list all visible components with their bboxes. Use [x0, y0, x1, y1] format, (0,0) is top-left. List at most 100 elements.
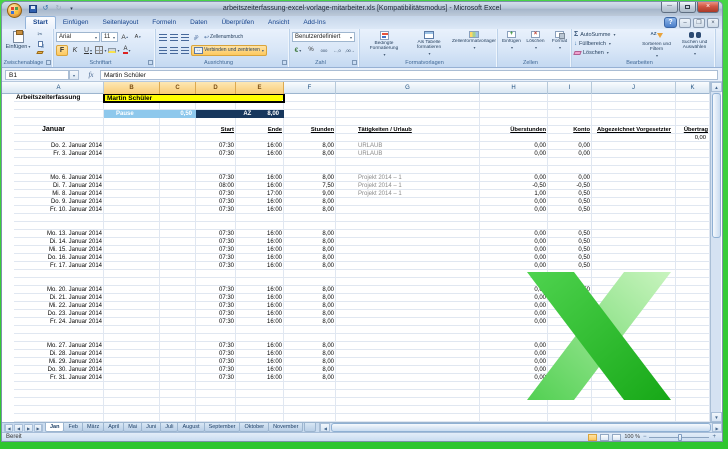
- cell-hours-row18[interactable]: 8,00: [284, 230, 336, 238]
- borders-button[interactable]: [95, 45, 107, 56]
- font-name-combo[interactable]: Arial: [56, 32, 100, 42]
- number-dialog-launcher-icon[interactable]: [352, 60, 357, 65]
- table-header-7[interactable]: Abgezeichnet Vorgesetzter: [592, 126, 676, 134]
- cell-hours-row19[interactable]: 8,00: [284, 238, 336, 246]
- sheet-tab-april[interactable]: April: [103, 423, 125, 432]
- number-format-combo[interactable]: Benutzerdefiniert: [292, 32, 355, 42]
- cell-date-row12[interactable]: Di. 7. Januar 2014: [14, 182, 104, 190]
- cell-hours-row22[interactable]: 8,00: [284, 262, 336, 270]
- sheet-tab-oktober[interactable]: Oktober: [239, 423, 270, 432]
- merge-center-button[interactable]: Verbinden und zentrieren: [191, 44, 267, 56]
- qat-customize-button[interactable]: [66, 4, 77, 14]
- table-header-2[interactable]: Ende: [236, 126, 284, 134]
- format-painter-button[interactable]: [34, 49, 46, 57]
- cell-hours-row13[interactable]: 9,00: [284, 190, 336, 198]
- column-header-J[interactable]: J: [592, 82, 676, 94]
- percent-style-button[interactable]: %: [305, 45, 317, 56]
- align-top-button[interactable]: [158, 32, 168, 43]
- cell-hours-row8[interactable]: 8,00: [284, 150, 336, 158]
- cell-end-row18[interactable]: 16:00: [236, 230, 284, 238]
- pause-cell[interactable]: Pause 0,50: [104, 110, 196, 118]
- fill-color-button[interactable]: [108, 45, 120, 56]
- grow-font-icon[interactable]: [119, 32, 131, 43]
- scroll-left-icon[interactable]: ◀: [320, 423, 331, 432]
- formula-input[interactable]: Martin Schüler: [100, 70, 718, 80]
- font-color-button[interactable]: [121, 45, 133, 56]
- clipboard-dialog-launcher-icon[interactable]: [46, 60, 51, 65]
- autosum-button[interactable]: AutoSumme: [574, 30, 615, 39]
- format-as-table-button[interactable]: Als Tabelle formatieren: [407, 30, 451, 59]
- cell-start-row28[interactable]: 07:30: [196, 310, 236, 318]
- cell-overtime-row7[interactable]: 0,00: [480, 142, 548, 150]
- first-sheet-icon[interactable]: ◀: [4, 424, 13, 432]
- cell-account-row13[interactable]: 0,50: [548, 190, 592, 198]
- clear-button[interactable]: Löschen: [573, 48, 609, 57]
- cell-end-row32[interactable]: 16:00: [236, 342, 284, 350]
- cell-account-row15[interactable]: 0,50: [548, 206, 592, 214]
- cell-date-row34[interactable]: Mi. 29. Januar 2014: [14, 358, 104, 366]
- column-header-A[interactable]: A: [14, 82, 104, 94]
- zoom-out-icon[interactable]: [643, 433, 647, 441]
- sheet-tab-september[interactable]: September: [203, 423, 241, 432]
- cell-end-row12[interactable]: 16:00: [236, 182, 284, 190]
- cell-date-row25[interactable]: Mo. 20. Januar 2014: [14, 286, 104, 294]
- cell-end-row8[interactable]: 16:00: [236, 150, 284, 158]
- sheet-tab-august[interactable]: August: [177, 423, 205, 432]
- office-button[interactable]: [7, 3, 22, 18]
- cell-date-row8[interactable]: Fr. 3. Januar 2014: [14, 150, 104, 158]
- cell-date-row28[interactable]: Do. 23. Januar 2014: [14, 310, 104, 318]
- scroll-right-icon[interactable]: ▶: [712, 423, 722, 432]
- normal-view-button[interactable]: [588, 434, 598, 441]
- font-dialog-launcher-icon[interactable]: [148, 60, 153, 65]
- sheet-tab-mai[interactable]: Mai: [123, 423, 143, 432]
- cell-overtime-row18[interactable]: 0,00: [480, 230, 548, 238]
- underline-button[interactable]: U: [82, 45, 94, 56]
- cell-hours-row36[interactable]: 8,00: [284, 374, 336, 382]
- cell-date-row14[interactable]: Do. 9. Januar 2014: [14, 198, 104, 206]
- cell-start-row14[interactable]: 07:30: [196, 198, 236, 206]
- cell-date-row18[interactable]: Mo. 13. Januar 2014: [14, 230, 104, 238]
- minimize-button[interactable]: [661, 2, 678, 13]
- maximize-button[interactable]: [679, 2, 696, 13]
- cell-start-row21[interactable]: 07:30: [196, 254, 236, 262]
- cell-start-row15[interactable]: 07:30: [196, 206, 236, 214]
- cell-end-row29[interactable]: 16:00: [236, 318, 284, 326]
- cell-hours-row27[interactable]: 8,00: [284, 302, 336, 310]
- cell-overtime-row21[interactable]: 0,00: [480, 254, 548, 262]
- workbook-close-button[interactable]: ×: [707, 17, 719, 28]
- cell-overtime-row8[interactable]: 0,00: [480, 150, 548, 158]
- cell-hours-row15[interactable]: 8,00: [284, 206, 336, 214]
- cell-date-row32[interactable]: Mo. 27. Januar 2014: [14, 342, 104, 350]
- cell-hours-row11[interactable]: 8,00: [284, 174, 336, 182]
- cell-end-row36[interactable]: 16:00: [236, 374, 284, 382]
- cell-date-row35[interactable]: Do. 30. Januar 2014: [14, 366, 104, 374]
- cell-overtime-row19[interactable]: 0,00: [480, 238, 548, 246]
- cell-date-row29[interactable]: Fr. 24. Januar 2014: [14, 318, 104, 326]
- cut-icon[interactable]: [34, 31, 46, 39]
- cell-hours-row32[interactable]: 8,00: [284, 342, 336, 350]
- cell-hours-row28[interactable]: 8,00: [284, 310, 336, 318]
- spreadsheet-grid[interactable]: Arbeitszeiterfassung Martin Schüler Paus…: [2, 94, 710, 422]
- zoom-in-icon[interactable]: [712, 433, 716, 441]
- redo-button[interactable]: [53, 4, 64, 14]
- next-sheet-icon[interactable]: ▶: [24, 424, 33, 432]
- undo-button[interactable]: [40, 4, 51, 14]
- name-box-dropdown-icon[interactable]: [69, 70, 79, 80]
- cell-account-row12[interactable]: -0,50: [548, 182, 592, 190]
- cell-overtime-row22[interactable]: 0,00: [480, 262, 548, 270]
- shrink-font-icon[interactable]: [132, 32, 144, 43]
- cell-activity-row7[interactable]: URLAUB: [336, 142, 480, 150]
- vertical-scroll-thumb[interactable]: [712, 93, 721, 238]
- cell-end-row33[interactable]: 16:00: [236, 350, 284, 358]
- table-header-1[interactable]: Start: [196, 126, 236, 134]
- insert-cells-button[interactable]: Einfügen: [500, 30, 523, 59]
- vertical-scrollbar[interactable]: ▲ ▼: [710, 82, 722, 422]
- sheet-tab-juni[interactable]: Juni: [141, 423, 162, 432]
- table-header-6[interactable]: Konto: [548, 126, 592, 134]
- table-header-3[interactable]: Stunden: [284, 126, 336, 134]
- cell-end-row34[interactable]: 16:00: [236, 358, 284, 366]
- page-layout-view-button[interactable]: [600, 434, 610, 441]
- align-left-button[interactable]: [158, 45, 168, 56]
- ribbon-tab-einf-gen[interactable]: Einfügen: [56, 16, 96, 29]
- cell-date-row26[interactable]: Di. 21. Januar 2014: [14, 294, 104, 302]
